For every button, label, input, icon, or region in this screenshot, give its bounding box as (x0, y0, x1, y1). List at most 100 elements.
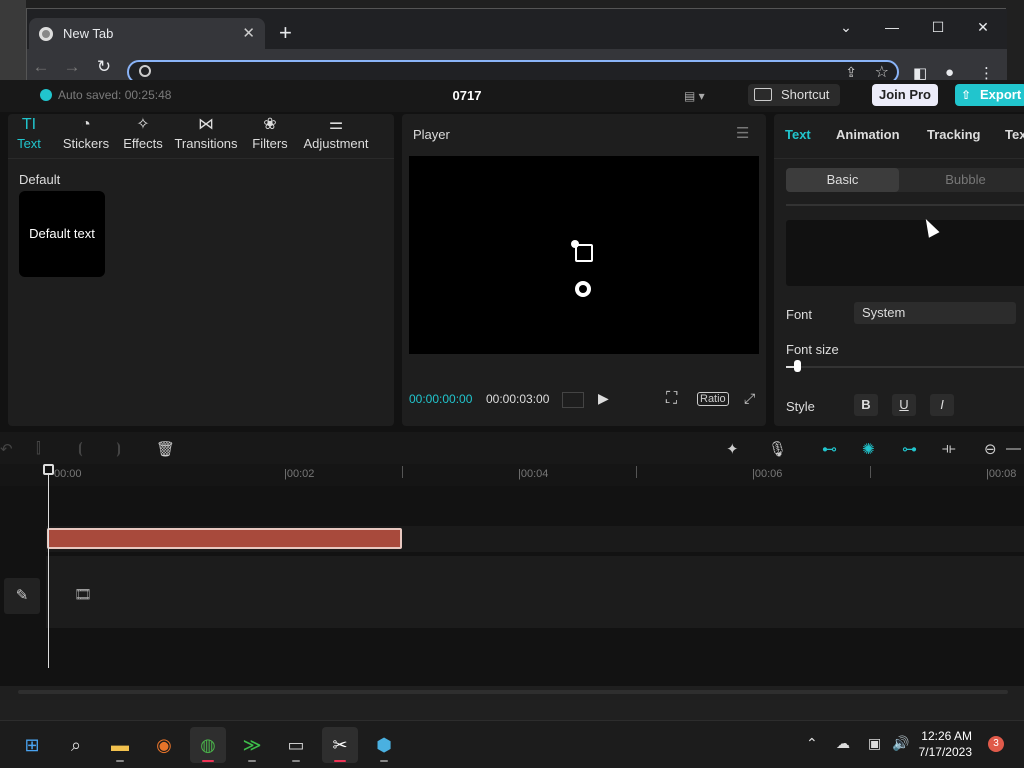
media-player-icon[interactable]: ≫ (234, 727, 270, 763)
split-left-icon[interactable]: ⦗ (78, 440, 83, 457)
font-label: Font (786, 307, 813, 322)
start-button-icon[interactable]: ⊞ (14, 727, 50, 763)
network-icon[interactable]: ▣ (868, 735, 881, 752)
linkage-icon[interactable]: ⊶ (902, 440, 917, 458)
tab-text[interactable]: TI Text (12, 114, 46, 158)
terminal-icon[interactable]: ▭ (278, 727, 314, 763)
chrome-window: New Tab ✕ + ⌄ — ☐ ✕ ← → ↻ ⇪ ☆ ◧ ● ⋮ (26, 8, 1007, 85)
text-content-input[interactable] (786, 220, 1024, 286)
italic-button[interactable]: I (930, 394, 954, 416)
magnet-icon[interactable]: ✺ (862, 440, 875, 458)
timeline-tracks: ✎ 🎞 (0, 486, 1024, 672)
reload-button[interactable]: ↻ (92, 55, 116, 79)
playhead[interactable] (48, 468, 49, 668)
font-size-slider-knob[interactable] (794, 360, 801, 372)
tab-tracking[interactable]: Tracking (927, 127, 980, 142)
clock-date: 7/17/2023 (918, 745, 972, 759)
play-button[interactable]: ▶ (598, 390, 609, 407)
underline-button[interactable]: U (892, 394, 916, 416)
tick-label: 00:00 (54, 468, 82, 480)
tab-title: New Tab (63, 26, 114, 41)
app-icon[interactable]: ⬢ (366, 727, 402, 763)
tab-adjustment[interactable]: ⚌ Adjustment (302, 114, 370, 158)
handle-dot[interactable] (571, 240, 579, 248)
tab-transitions[interactable]: ⋈ Transitions (174, 114, 238, 158)
link-main-track-icon[interactable]: ⊷ (822, 440, 837, 458)
delete-icon[interactable]: 🗑 (156, 440, 175, 458)
tick-label: |00:06 (752, 468, 783, 480)
playhead-handle[interactable] (43, 464, 54, 475)
tab-search-icon[interactable]: ⌄ (831, 15, 861, 39)
volume-icon[interactable]: 🔊 (892, 735, 909, 752)
microphone-icon[interactable]: 🎙 (768, 440, 787, 458)
tick-mark (636, 466, 637, 478)
search-icon[interactable]: ⌕ (58, 727, 94, 763)
clock[interactable]: 12:26 AM 7/17/2023 (910, 728, 972, 760)
player-menu-icon[interactable]: ☰ (736, 124, 749, 142)
fullscreen-icon[interactable]: ⤢ (744, 390, 755, 407)
bookmark-star-icon[interactable]: ☆ (875, 62, 889, 82)
font-select[interactable]: System (854, 302, 1016, 324)
tab-filters[interactable]: ❀ Filters (250, 114, 290, 158)
split-icon[interactable]: ⫿ (36, 440, 41, 457)
maximize-button[interactable]: ☐ (923, 15, 953, 39)
style-segment-control: Basic Bubble (786, 168, 1024, 192)
join-pro-button[interactable]: Join Pro (872, 84, 938, 106)
minimize-button[interactable]: — (877, 15, 907, 39)
inspector-panel: Text Animation Tracking Tex Basic Bubble… (774, 114, 1024, 426)
project-name[interactable]: 0717 (440, 88, 494, 103)
section-title: Default (19, 172, 61, 187)
text-clip[interactable] (47, 528, 402, 549)
tab-text[interactable]: Text (785, 127, 811, 142)
timeline-toolbar: ↶ ⫿ ⦗ ⦘ 🗑 ✦ 🎙 ⊷ ✺ ⊶ ⟛ ⊖ — (0, 432, 1024, 464)
tab-animation[interactable]: Animation (836, 127, 900, 142)
scrollbar-thumb[interactable] (18, 690, 1008, 694)
player-title: Player (413, 127, 450, 142)
text-icon: TI (21, 116, 37, 133)
search-icon (139, 65, 151, 77)
onedrive-icon[interactable]: ☁ (836, 735, 850, 752)
zoom-out-icon[interactable]: ⊖ (984, 440, 997, 458)
export-button[interactable]: ⇧ Export (955, 84, 1024, 106)
layout-icon[interactable]: ▤ ▾ (684, 89, 705, 103)
tab-text-to-speech[interactable]: Tex (1005, 127, 1024, 142)
track-edit-icon[interactable]: ✎ (4, 578, 40, 614)
windows-taskbar: ⊞ ⌕ ▬ ◉ ◍ ≫ ▭ ✂ ⬢ ⌃ ☁ ▣ 🔊 12:26 AM 7/17/… (0, 720, 1024, 768)
new-tab-button[interactable]: + (279, 22, 292, 44)
tab-close-icon[interactable]: ✕ (242, 24, 255, 42)
segment-bubble[interactable]: Bubble (909, 168, 1022, 192)
bold-button[interactable]: B (854, 394, 878, 416)
split-right-icon[interactable]: ⦘ (116, 440, 121, 457)
tab-effects[interactable]: ✧ Effects (122, 114, 164, 158)
shortcut-button[interactable]: Shortcut (748, 84, 840, 106)
undo-icon[interactable]: ↶ (0, 440, 13, 458)
tab-stickers[interactable]: ◔ Stickers (62, 114, 110, 158)
share-icon[interactable]: ⇪ (845, 64, 857, 81)
desktop-left-strip (0, 0, 26, 80)
preview-axis-icon[interactable]: ⟛ (942, 440, 956, 457)
player-canvas[interactable] (409, 156, 759, 354)
font-size-label: Font size (786, 342, 839, 357)
segment-basic[interactable]: Basic (786, 168, 899, 192)
tab-label: Effects (123, 136, 163, 151)
ratio-button[interactable]: Ratio (697, 392, 729, 406)
auto-caption-icon[interactable]: ✦ (726, 440, 739, 458)
chrome-tab-new-tab[interactable]: New Tab ✕ (29, 18, 265, 49)
rotate-reset-icon[interactable] (575, 281, 591, 297)
font-size-slider-track[interactable] (786, 366, 1024, 368)
file-explorer-icon[interactable]: ▬ (102, 727, 138, 763)
back-button[interactable]: ← (29, 55, 53, 79)
film-icon: 🎞 (74, 586, 92, 602)
chevron-up-icon[interactable]: ⌃ (806, 735, 818, 752)
close-window-button[interactable]: ✕ (968, 15, 998, 39)
main-video-track[interactable] (46, 556, 1024, 628)
firefox-icon[interactable]: ◉ (146, 727, 182, 763)
chrome-icon[interactable]: ◍ (190, 727, 226, 763)
zoom-slider[interactable]: — (1006, 440, 1021, 457)
forward-button[interactable]: → (60, 55, 84, 79)
profile-icon[interactable]: ● (945, 64, 954, 81)
capcut-icon[interactable]: ✂ (322, 727, 358, 763)
default-text-card[interactable]: Default text (19, 191, 105, 277)
crop-icon[interactable]: ⛶ (666, 390, 677, 408)
notification-badge[interactable]: 3 (988, 736, 1004, 752)
